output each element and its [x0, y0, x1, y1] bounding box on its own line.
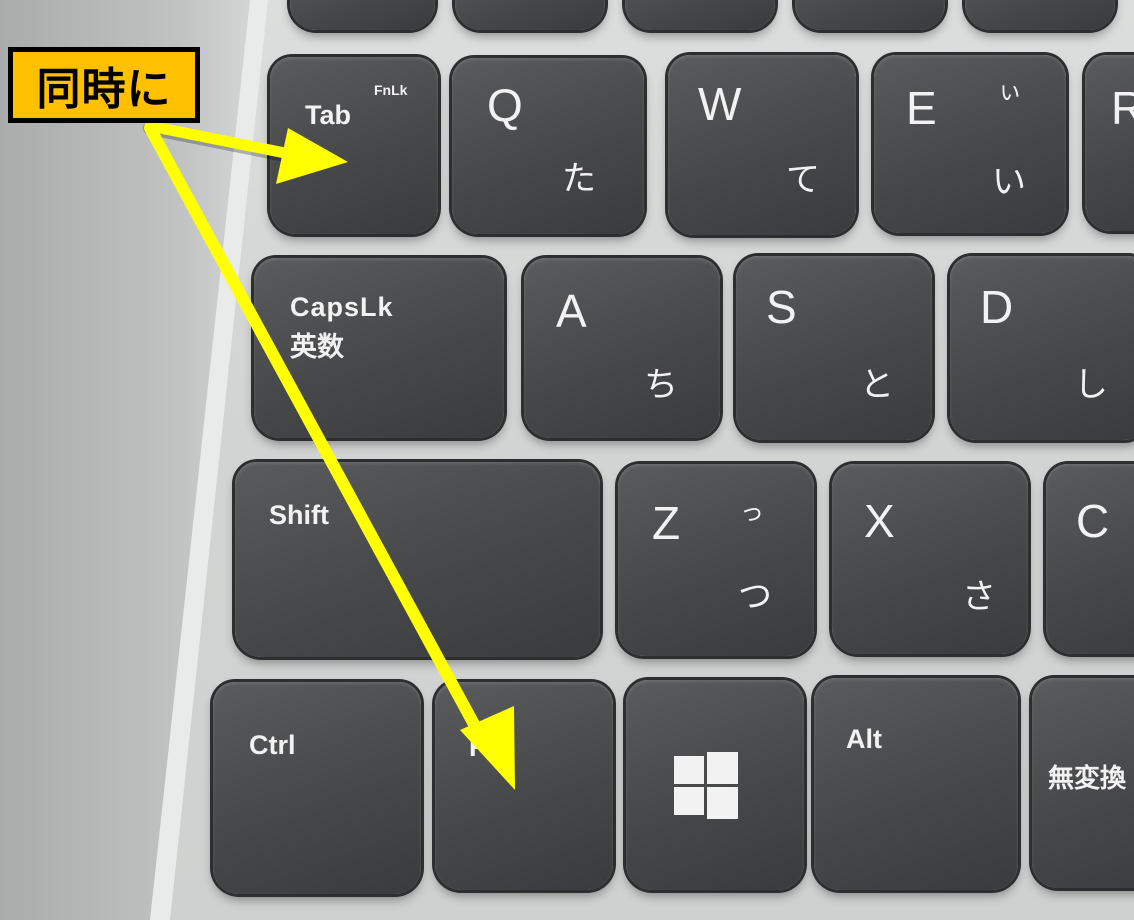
- key-a[interactable]: A ち: [524, 258, 720, 438]
- key-tab[interactable]: Tab FnLk: [270, 57, 438, 234]
- key-r-label: R: [1111, 82, 1134, 134]
- callout-text: 同時に: [36, 64, 172, 115]
- callout-label: 同時に: [8, 47, 200, 123]
- key-r[interactable]: R: [1085, 55, 1134, 231]
- key-c[interactable]: C: [1046, 464, 1134, 654]
- key-muhenkan-label: 無変換: [1048, 764, 1127, 794]
- key-fn[interactable]: Fn: [435, 682, 613, 890]
- key-w-kana: て: [786, 160, 820, 200]
- key-z-label: Z: [652, 497, 681, 549]
- key-w[interactable]: W て: [668, 55, 856, 235]
- key-w-label: W: [698, 78, 742, 130]
- key-e-label: E: [906, 82, 937, 134]
- key-q-kana: た: [562, 159, 596, 199]
- key-z-kana: つ: [738, 577, 772, 617]
- key-tab-fnlk-label: FnLk: [374, 82, 408, 98]
- key-shift[interactable]: Shift: [235, 462, 600, 657]
- key-shift-label: Shift: [269, 500, 329, 530]
- key-capslock-label: CapsLk: [290, 292, 394, 322]
- key-top-4: [795, 0, 945, 30]
- key-q[interactable]: Q た: [452, 58, 644, 234]
- key-top-5: [965, 0, 1115, 30]
- key-c-label: C: [1076, 495, 1110, 547]
- key-e-kana-small: ぃ: [998, 77, 1022, 105]
- key-a-kana: ち: [644, 365, 678, 405]
- windows-logo-icon: [674, 752, 738, 819]
- key-top-1: [290, 0, 435, 30]
- key-tab-label: Tab: [305, 100, 351, 130]
- key-ctrl-label: Ctrl: [249, 730, 296, 760]
- key-x-kana: さ: [962, 577, 996, 617]
- key-s-kana: と: [860, 365, 894, 405]
- key-z[interactable]: Z っ つ: [618, 464, 814, 656]
- key-alt[interactable]: Alt: [814, 678, 1018, 890]
- key-z-kana-small: っ: [740, 498, 764, 526]
- keyboard-photo: Tab FnLk Q た W て E ぃ い R CapsLk 英数 A ち S…: [0, 0, 1134, 920]
- key-fn-label: Fn: [469, 732, 502, 762]
- key-d-kana: し: [1074, 365, 1108, 405]
- key-windows[interactable]: [626, 680, 804, 890]
- key-a-label: A: [556, 285, 587, 337]
- key-d[interactable]: D し: [950, 256, 1134, 440]
- key-capslock[interactable]: CapsLk 英数: [254, 258, 504, 438]
- key-e[interactable]: E ぃ い: [874, 55, 1066, 233]
- key-x[interactable]: X さ: [832, 464, 1028, 654]
- key-top-2: [455, 0, 605, 30]
- key-d-label: D: [980, 281, 1014, 333]
- key-muhenkan[interactable]: 無変換: [1032, 678, 1134, 888]
- key-alt-label: Alt: [846, 724, 882, 754]
- key-s-label: S: [766, 281, 797, 333]
- key-q-label: Q: [487, 79, 523, 131]
- key-s[interactable]: S と: [736, 256, 932, 440]
- key-e-kana: い: [992, 162, 1026, 202]
- key-x-label: X: [864, 495, 895, 547]
- key-ctrl[interactable]: Ctrl: [213, 682, 421, 894]
- key-top-3: [625, 0, 775, 30]
- key-capslock-sub-label: 英数: [290, 332, 344, 363]
